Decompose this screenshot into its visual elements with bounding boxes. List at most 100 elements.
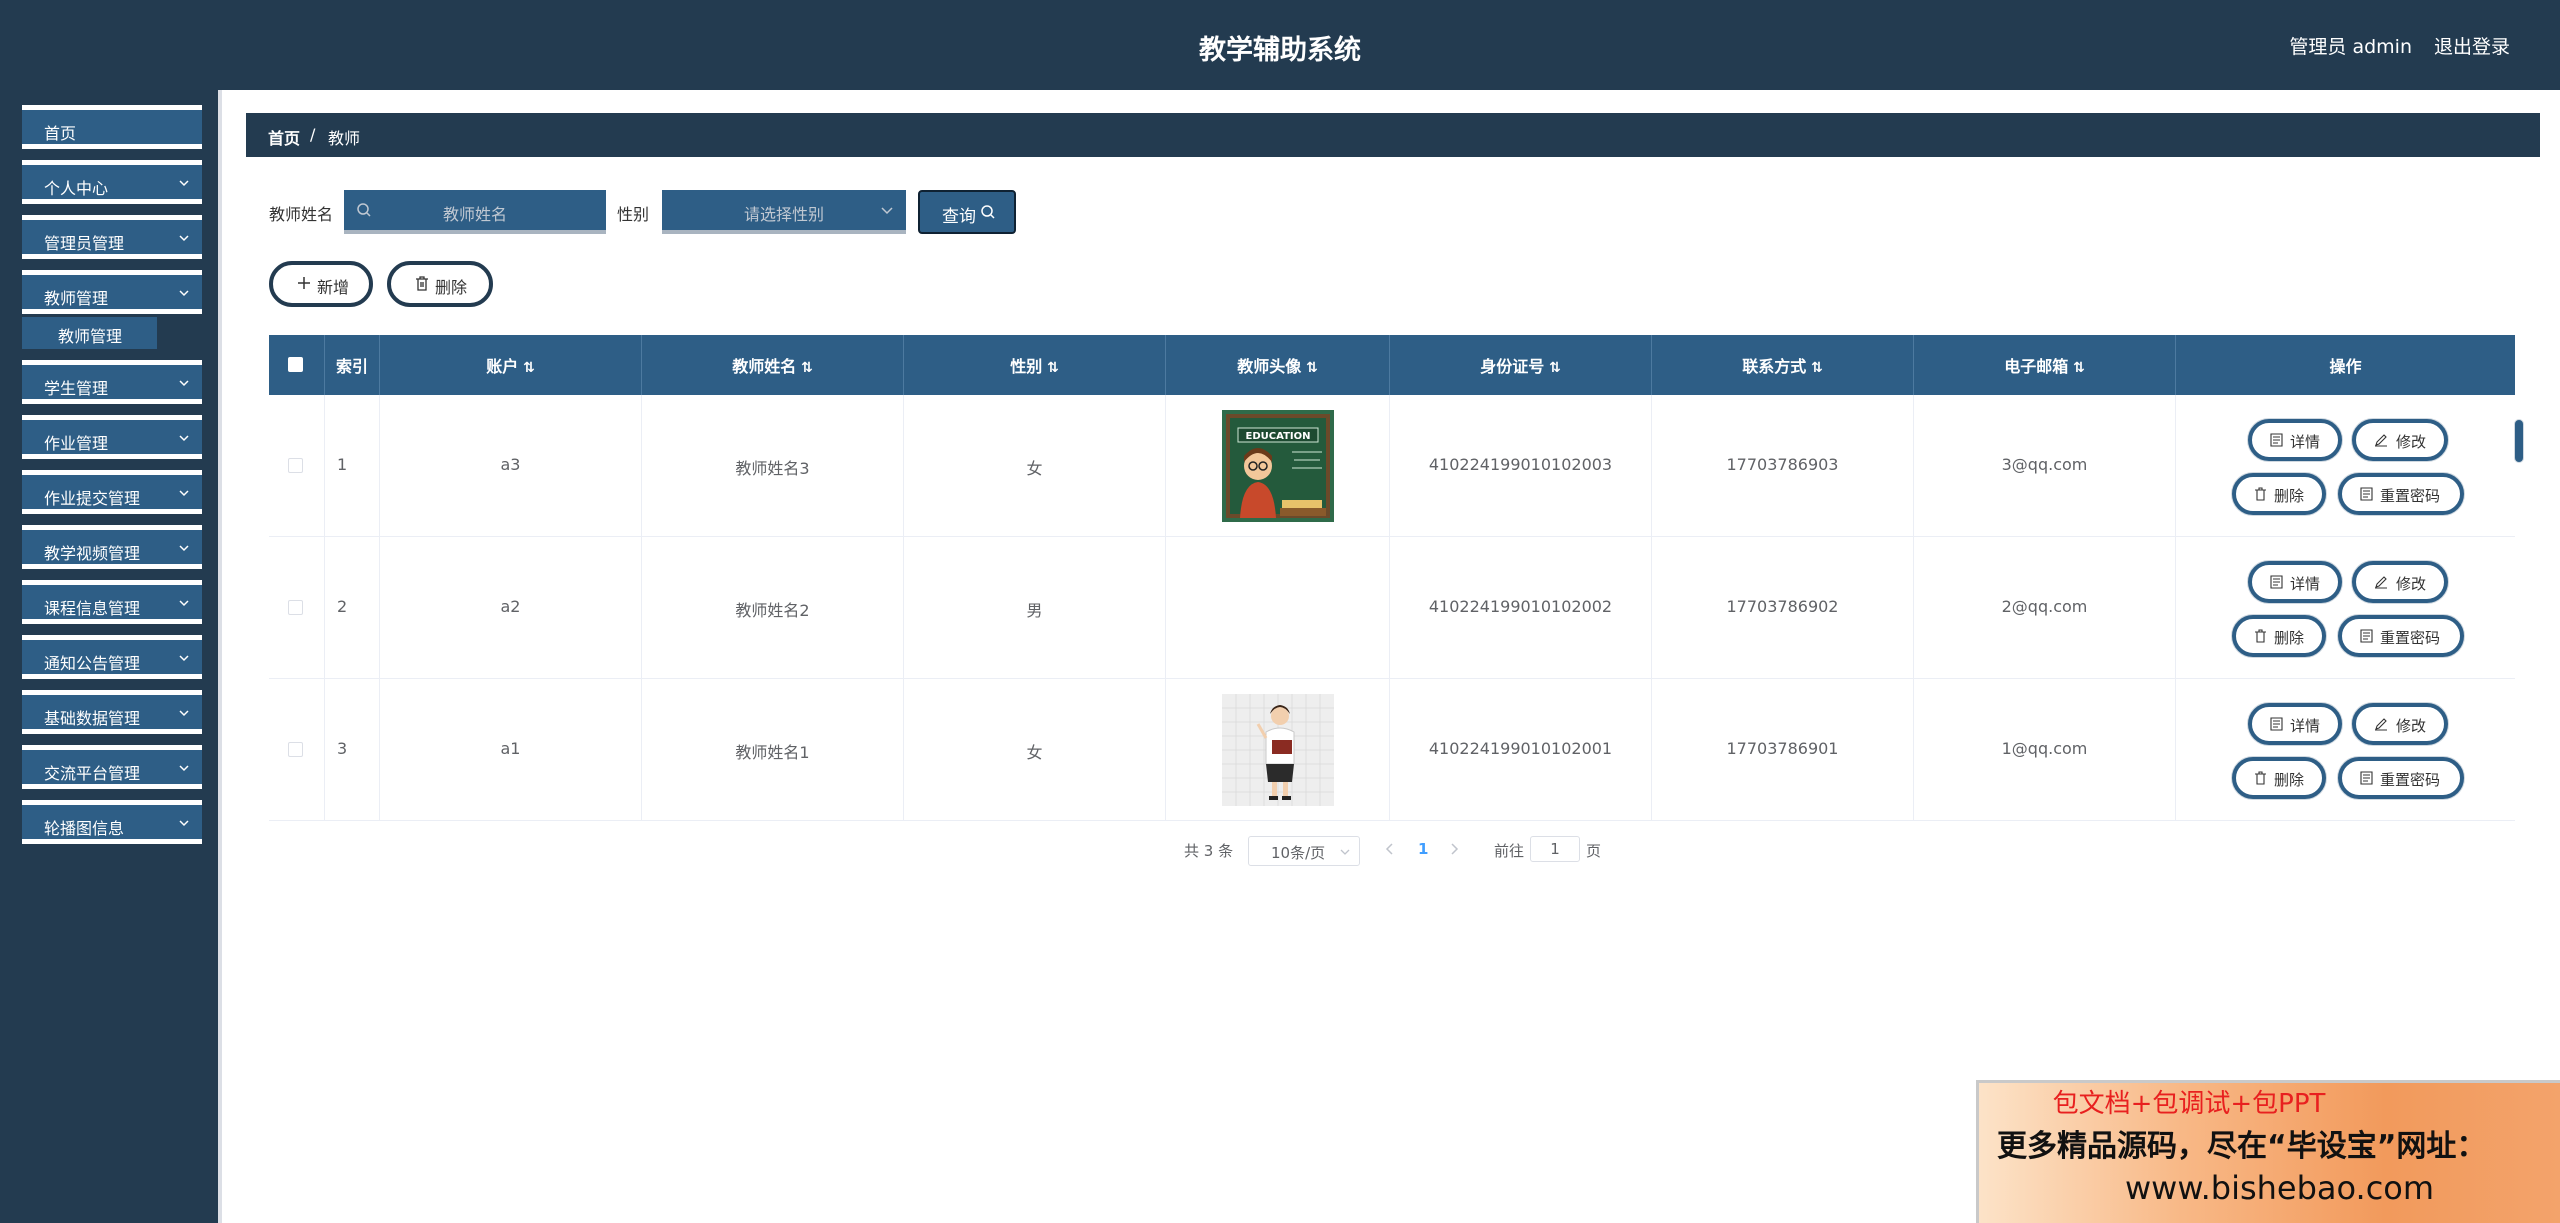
sidebar-item-label: 通知公告管理 bbox=[44, 654, 141, 673]
cell-value: 17703786902 bbox=[1726, 597, 1839, 616]
reset-password-button[interactable]: 重置密码 bbox=[2338, 757, 2464, 799]
query-button-label: 查询 bbox=[942, 207, 976, 227]
sidebar-item-course-management[interactable]: 课程信息管理 bbox=[22, 580, 202, 624]
cell-value: 3@qq.com bbox=[2001, 455, 2088, 474]
cell-value: 男 bbox=[1026, 601, 1043, 620]
page-size-select[interactable]: 10条/页 bbox=[1248, 836, 1360, 866]
reset-password-button[interactable]: 重置密码 bbox=[2338, 615, 2464, 657]
chevron-down-icon bbox=[179, 380, 189, 387]
app-title: 教学辅助系统 bbox=[1199, 35, 1361, 66]
sidebar-item-personal-center[interactable]: 个人中心 bbox=[22, 160, 202, 204]
chevron-down-icon bbox=[179, 290, 189, 297]
page-size-value: 10条/页 bbox=[1271, 844, 1326, 862]
row-checkbox[interactable] bbox=[288, 600, 303, 615]
column-header-teacher-name[interactable]: 教师姓名 ⇅ bbox=[642, 335, 904, 395]
document-icon bbox=[2270, 575, 2283, 589]
delete-button[interactable]: 删除 bbox=[2232, 757, 2326, 799]
cell-email: 2@qq.com bbox=[1914, 537, 2176, 679]
row-checkbox[interactable] bbox=[288, 458, 303, 473]
sidebar-item-carousel[interactable]: 轮播图信息 bbox=[22, 800, 202, 844]
teacher-avatar-image[interactable]: EDUCATION bbox=[1222, 410, 1334, 522]
sort-icon[interactable]: ⇅ bbox=[1042, 360, 1059, 376]
column-header-phone[interactable]: 联系方式 ⇅ bbox=[1652, 335, 1914, 395]
column-header-id-card[interactable]: 身份证号 ⇅ bbox=[1390, 335, 1652, 395]
cell-value: a1 bbox=[500, 739, 521, 758]
column-header-label: 身份证号 ⇅ bbox=[1480, 357, 1561, 376]
edit-button[interactable]: 修改 bbox=[2352, 561, 2448, 603]
current-user: 管理员 admin bbox=[2289, 36, 2412, 58]
teacher-name-input[interactable]: 教师姓名 bbox=[344, 190, 606, 234]
cell-value: 1 bbox=[337, 455, 348, 474]
detail-button[interactable]: 详情 bbox=[2248, 703, 2342, 745]
column-header-email[interactable]: 电子邮箱 ⇅ bbox=[1914, 335, 2176, 395]
column-header-label: 账户 ⇅ bbox=[486, 357, 535, 376]
sidebar-item-forum-management[interactable]: 交流平台管理 bbox=[22, 745, 202, 789]
sort-icon[interactable]: ⇅ bbox=[1806, 360, 1823, 376]
cell-index: 1 bbox=[325, 395, 380, 537]
cell-index: 3 bbox=[325, 679, 380, 821]
pagination-total: 共 3 条 bbox=[1184, 842, 1234, 860]
page-number-current[interactable]: 1 bbox=[1418, 840, 1428, 858]
gender-select[interactable]: 请选择性别 bbox=[662, 190, 906, 234]
cell-actions bbox=[2176, 537, 2515, 679]
query-button[interactable]: 查询 bbox=[918, 190, 1016, 234]
sidebar-item-notice-management[interactable]: 通知公告管理 bbox=[22, 635, 202, 679]
sidebar-item-submission-management[interactable]: 作业提交管理 bbox=[22, 470, 202, 514]
breadcrumb-current: 教师 bbox=[328, 129, 361, 148]
sidebar-subitem-teacher-management[interactable]: 教师管理 bbox=[22, 317, 157, 349]
column-header-actions: 操作 bbox=[2176, 335, 2515, 395]
edit-button[interactable]: 修改 bbox=[2352, 703, 2448, 745]
cell-teacher-name: 教师姓名1 bbox=[642, 679, 904, 821]
cell-value: 教师姓名2 bbox=[735, 601, 810, 620]
breadcrumb-home[interactable]: 首页 bbox=[268, 125, 300, 149]
sort-icon[interactable]: ⇅ bbox=[1544, 360, 1561, 376]
logout-link[interactable]: 退出登录 bbox=[2434, 32, 2510, 59]
next-page-icon[interactable] bbox=[1448, 842, 1460, 856]
column-header-gender[interactable]: 性别 ⇅ bbox=[904, 335, 1166, 395]
goto-page-input[interactable] bbox=[1530, 836, 1580, 862]
chevron-down-icon bbox=[1340, 849, 1350, 855]
sidebar-item-homework-management[interactable]: 作业管理 bbox=[22, 415, 202, 459]
promo-line-2: 更多精品源码，尽在“毕设宝”网址： bbox=[1997, 1129, 2487, 1164]
sidebar-item-label: 教学视频管理 bbox=[44, 544, 141, 563]
detail-button[interactable]: 详情 bbox=[2248, 419, 2342, 461]
cell-teacher-name: 教师姓名3 bbox=[642, 395, 904, 537]
chevron-down-icon bbox=[179, 820, 189, 827]
sort-icon[interactable]: ⇅ bbox=[518, 360, 535, 376]
sidebar-item-basic-data-management[interactable]: 基础数据管理 bbox=[22, 690, 202, 734]
sidebar-item-student-management[interactable]: 学生管理 bbox=[22, 360, 202, 404]
chevron-down-icon bbox=[179, 235, 189, 242]
sidebar-item-home[interactable]: 首页 bbox=[22, 105, 202, 149]
document-icon bbox=[2270, 717, 2283, 731]
prev-page-icon[interactable] bbox=[1384, 842, 1396, 856]
delete-button[interactable]: 删除 bbox=[2232, 615, 2326, 657]
trash-icon bbox=[416, 276, 428, 291]
sort-icon[interactable]: ⇅ bbox=[1301, 360, 1318, 376]
delete-button[interactable]: 删除 bbox=[2232, 473, 2326, 515]
column-header-account[interactable]: 账户 ⇅ bbox=[380, 335, 642, 395]
cell-gender: 女 bbox=[904, 679, 1166, 821]
sidebar-item-admin-management[interactable]: 管理员管理 bbox=[22, 215, 202, 259]
detail-button[interactable]: 详情 bbox=[2248, 561, 2342, 603]
sort-icon[interactable]: ⇅ bbox=[796, 360, 813, 376]
sidebar-item-video-management[interactable]: 教学视频管理 bbox=[22, 525, 202, 569]
batch-delete-button[interactable]: 删除 bbox=[387, 261, 493, 307]
sort-icon[interactable]: ⇅ bbox=[2068, 360, 2085, 376]
cell-account: a1 bbox=[380, 679, 642, 821]
select-all-checkbox[interactable] bbox=[288, 357, 303, 372]
add-button[interactable]: 新增 bbox=[269, 261, 373, 307]
edit-button[interactable]: 修改 bbox=[2352, 419, 2448, 461]
teacher-avatar-image[interactable] bbox=[1222, 694, 1334, 806]
cell-actions bbox=[2176, 679, 2515, 821]
reset-password-label: 重置密码 bbox=[2380, 771, 2441, 789]
row-checkbox[interactable] bbox=[288, 742, 303, 757]
column-header-avatar[interactable]: 教师头像 ⇅ bbox=[1166, 335, 1390, 395]
teacher-name-placeholder: 教师姓名 bbox=[442, 205, 507, 224]
column-header-label: 性别 ⇅ bbox=[1010, 357, 1059, 376]
reset-password-button[interactable]: 重置密码 bbox=[2338, 473, 2464, 515]
column-header-label: 操作 bbox=[2329, 357, 2362, 376]
row-select-cell bbox=[269, 395, 325, 537]
edit-button-label: 修改 bbox=[2396, 433, 2427, 451]
sidebar-item-teacher-management[interactable]: 教师管理 bbox=[22, 270, 202, 314]
sidebar-item-label: 交流平台管理 bbox=[44, 764, 141, 783]
